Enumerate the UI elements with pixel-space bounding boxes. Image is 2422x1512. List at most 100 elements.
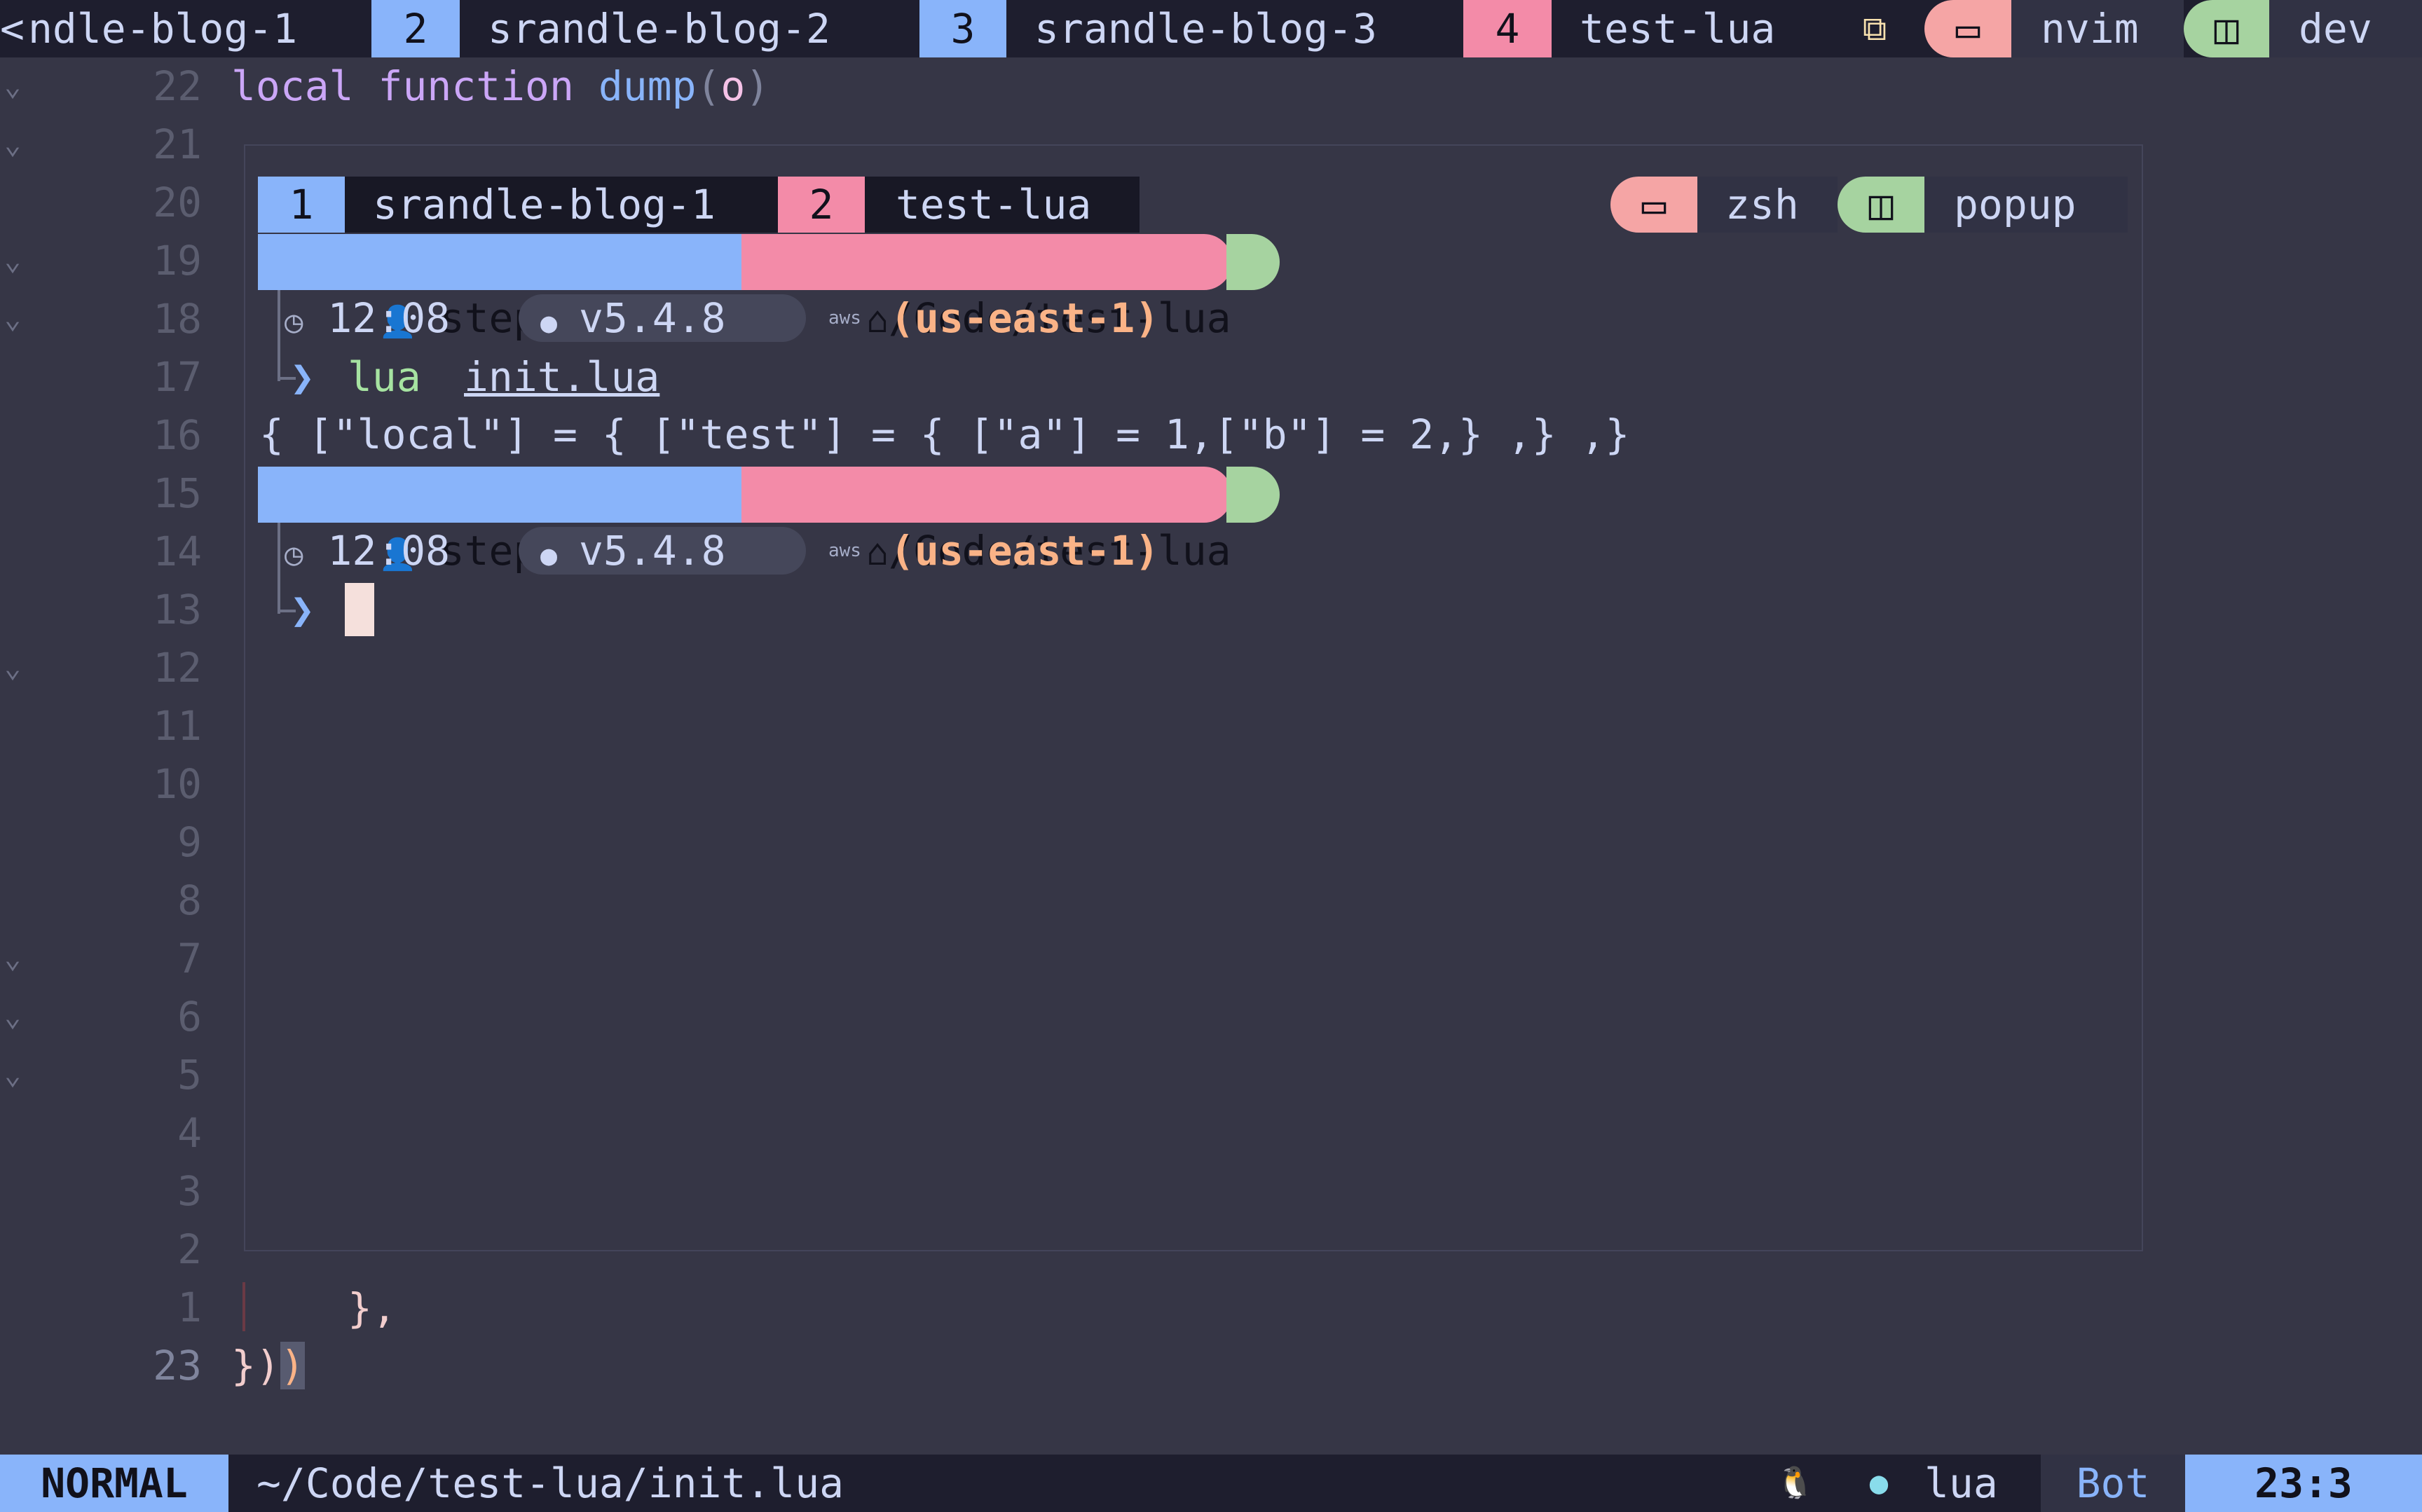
prompt-time: 12:08: [327, 294, 451, 342]
indent-guide: [242, 1282, 245, 1331]
line-number: 8: [177, 877, 202, 924]
line-number: 1: [177, 1284, 202, 1331]
popup-pane-command: zsh: [1697, 177, 1838, 233]
prompt-git-cap: [1226, 467, 1280, 523]
popup-window-num-1[interactable]: 1: [258, 177, 345, 233]
lua-version: v5.4.8: [579, 527, 726, 575]
filetype: lua: [1924, 1459, 1998, 1507]
tmux-window-tab-1[interactable]: ndle-blog-1: [28, 0, 371, 57]
scroll-position: Bot: [2041, 1455, 2185, 1512]
lua-icon: ●: [540, 307, 558, 339]
popup-session-name: popup: [1924, 177, 2128, 233]
tmux-window-tab-4[interactable]: test-lua: [1552, 0, 1832, 57]
pane-window-icon: ▭: [1924, 0, 2011, 57]
lua-version-segment: ● v5.4.8: [519, 294, 806, 342]
cursor-position: 23:3: [2185, 1455, 2422, 1512]
function-name: dump: [598, 62, 697, 110]
line-number: 20: [153, 179, 202, 226]
fold-chevron-icon[interactable]: ⌄: [4, 942, 25, 975]
line-number: 4: [177, 1109, 202, 1157]
line-number: 2: [177, 1225, 202, 1273]
line-number: 18: [153, 295, 202, 343]
linux-icon: 🐧: [1776, 1465, 1814, 1501]
prompt-user-segment: 👤stephanrandle: [258, 234, 760, 342]
lua-version: v5.4.8: [579, 294, 726, 342]
prompt-line-2: ◷ 12:08: [285, 290, 450, 346]
fold-chevron-icon[interactable]: ⌄: [4, 1059, 25, 1091]
fold-chevron-icon[interactable]: ⌄: [4, 245, 25, 277]
layout-icon: ◫: [2184, 0, 2269, 57]
cursor-bracket: ): [280, 1342, 305, 1389]
current-line-number: 23: [153, 1342, 202, 1389]
closing-brackets: }): [231, 1342, 280, 1389]
tmux-status-bar: < ndle-blog-1 2 srandle-blog-2 3 srandle…: [0, 0, 2422, 57]
file-path[interactable]: ~/Code/test-lua/init.lua: [256, 1455, 844, 1512]
aws-region: (us-east-1): [890, 527, 1160, 575]
fold-chevron-icon[interactable]: ⌄: [4, 652, 25, 684]
line-number: 21: [153, 121, 202, 168]
line-number: 11: [153, 702, 202, 750]
lua-filetype-icon: ●: [1869, 1465, 1889, 1501]
vim-statusline: NORMAL ~/Code/test-lua/init.lua 🐧 ● lua …: [0, 1455, 2422, 1512]
popup-window-num-2[interactable]: 2: [778, 177, 865, 233]
overflow-indicator: <: [0, 5, 25, 53]
prompt-connector: [278, 290, 280, 381]
prompt-path-segment: ⌂/Code/test-lua: [741, 467, 1232, 575]
fold-chevron-icon[interactable]: ⌄: [4, 70, 25, 102]
tmux-window-num-3[interactable]: 3: [919, 0, 1006, 57]
line-number: 16: [153, 411, 202, 459]
popup-window-tab-2[interactable]: test-lua: [865, 177, 1140, 233]
paren: (: [696, 62, 721, 110]
popup-pane-icon: ▭: [1610, 177, 1697, 233]
command-arg: init.lua: [464, 353, 660, 401]
line-number: 10: [153, 760, 202, 808]
line-number: 3: [177, 1167, 202, 1215]
lua-version-segment: ● v5.4.8: [519, 527, 806, 575]
line-number: 17: [153, 353, 202, 401]
prompt-time: 12:08: [327, 527, 451, 575]
aws-icon: aws: [828, 540, 861, 561]
line-number: 22: [153, 62, 202, 110]
fold-chevron-icon[interactable]: ⌄: [4, 128, 25, 160]
popup-window-tab-1[interactable]: srandle-blog-1: [345, 177, 778, 233]
clock-icon: ◷: [285, 304, 303, 340]
code-line[interactable]: },: [348, 1279, 397, 1337]
line-number: 9: [177, 818, 202, 866]
prompt-user-segment: 👤stephanrandle: [258, 467, 760, 575]
line-number: 7: [177, 935, 202, 982]
fold-chevron-icon[interactable]: ⌄: [4, 1001, 25, 1033]
tmux-popup-window[interactable]: 1 srandle-blog-1 2 test-lua ▭ zsh ◫ popu…: [244, 144, 2143, 1251]
fold-chevron-icon[interactable]: ⌄: [4, 303, 25, 335]
paren: ): [745, 62, 770, 110]
terminal-cursor[interactable]: [345, 583, 374, 636]
tmux-window-num-4[interactable]: 4: [1463, 0, 1552, 57]
code-line[interactable]: local function dump(o): [231, 57, 769, 115]
prompt-line-2: ◷ 12:08: [285, 523, 450, 579]
vim-mode: NORMAL: [0, 1455, 228, 1512]
line-number: 12: [153, 644, 202, 692]
tmux-window-num-2[interactable]: 2: [371, 0, 460, 57]
line-number: 14: [153, 528, 202, 575]
prompt-connector: [278, 523, 280, 614]
prompt-chevron-icon: ❯: [290, 586, 315, 633]
clock-icon: ◷: [285, 537, 303, 572]
keyword-function: function: [378, 62, 574, 110]
prompt-git-cap: [1226, 234, 1280, 290]
aws-icon: aws: [828, 308, 861, 329]
zoom-icon: ⧉: [1862, 9, 1887, 48]
session-name: dev: [2269, 0, 2422, 57]
line-number: 5: [177, 1051, 202, 1099]
tmux-window-tab-2[interactable]: srandle-blog-2: [460, 0, 919, 57]
lua-icon: ●: [540, 539, 558, 572]
line-number: 13: [153, 586, 202, 633]
code-line-current[interactable]: })): [231, 1337, 305, 1394]
parameter: o: [720, 62, 746, 110]
prompt-chevron-icon: ❯: [290, 353, 315, 401]
tmux-window-tab-3[interactable]: srandle-blog-3: [1006, 0, 1463, 57]
pane-command-name: nvim: [2011, 0, 2184, 57]
line-number: 15: [153, 469, 202, 517]
prompt-path-segment: ⌂/Code/test-lua: [741, 234, 1232, 342]
command-bin: lua: [348, 353, 421, 401]
command-output: { ["local"] = { ["test"] = { ["a"] = 1,[…: [259, 411, 1630, 458]
keyword-local: local: [231, 62, 354, 110]
